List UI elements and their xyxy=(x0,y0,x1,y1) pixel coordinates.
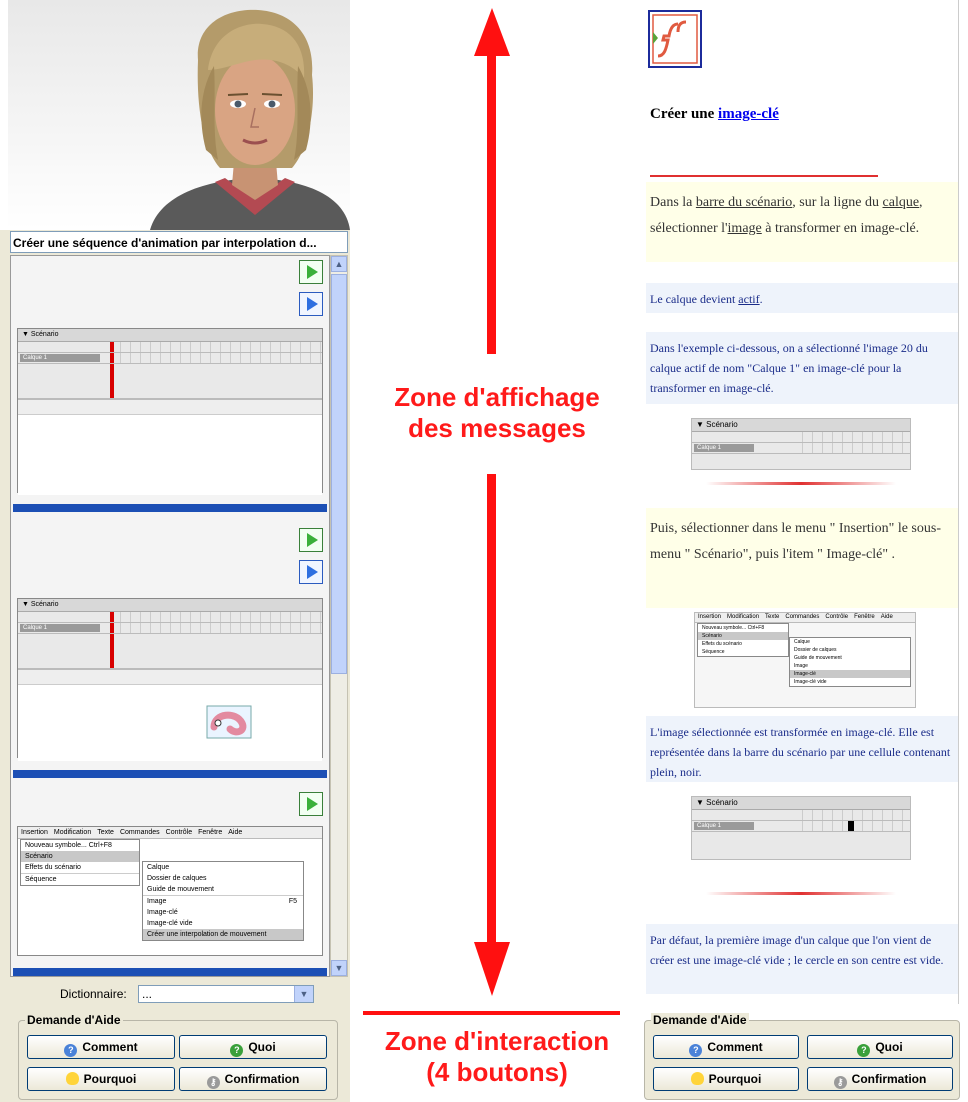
separator-bar xyxy=(13,968,327,976)
confirmation-button[interactable]: ⚷ Confirmation xyxy=(807,1067,953,1091)
menu-screenshot: Insertion Modification Texte Commandes Contr… xyxy=(17,826,323,956)
avatar-area xyxy=(0,0,350,230)
play-icon xyxy=(307,533,318,547)
layer-label: Calque 1 xyxy=(20,354,100,362)
pourquoi-button[interactable]: Pourquoi xyxy=(653,1067,799,1091)
menu-image: Insertion Modification Texte Commandes Contr… xyxy=(694,612,916,708)
decorative-divider xyxy=(706,892,896,895)
message-display: Créer une image-clé Dans la barre du scé… xyxy=(646,0,958,1004)
instruction-paragraph: Dans la barre du scénario, sur la ligne … xyxy=(646,182,958,262)
interaction-zone-label: Zone d'interaction (4 boutons) xyxy=(384,1026,610,1087)
dictionary-label: Dictionnaire: xyxy=(60,987,127,1001)
question-icon: ? xyxy=(230,1044,244,1057)
play-icon xyxy=(307,265,318,279)
sequence-title: Créer une séquence d'animation par inter… xyxy=(10,231,348,253)
scroll-up-button[interactable]: ▲ xyxy=(331,256,347,272)
play-button[interactable] xyxy=(299,260,323,284)
zone-divider-line xyxy=(363,1011,620,1015)
decorative-divider xyxy=(706,482,896,485)
key-icon: ⚷ xyxy=(206,1076,220,1089)
arrow-up-shaft xyxy=(487,54,496,354)
lightbulb-icon xyxy=(65,1072,79,1085)
dictionary-area: Dictionnaire: ... ▼ xyxy=(10,983,348,1009)
lightbulb-icon xyxy=(690,1072,704,1085)
chevron-down-icon[interactable]: ▼ xyxy=(294,986,313,1002)
timeline-header: ▼ Scénario xyxy=(18,599,322,612)
scroll-down-button[interactable]: ▼ xyxy=(331,960,347,976)
title-divider xyxy=(650,175,878,177)
help-legend: Demande d'Aide xyxy=(25,1013,123,1027)
play-icon xyxy=(307,797,318,811)
question-icon: ? xyxy=(689,1044,703,1057)
play-icon xyxy=(307,565,318,579)
avatar xyxy=(150,9,350,230)
help-request-group: Demande d'Aide ? Comment ? Quoi Pourquoi ⚷… xyxy=(18,1013,338,1100)
scroll-thumb[interactable] xyxy=(331,274,347,674)
message-zone-label: Zone d'affichage des messages xyxy=(394,382,600,443)
left-panel: Créer une séquence d'animation par inter… xyxy=(0,0,350,1102)
separator-bar xyxy=(13,770,327,778)
play-audio-button[interactable] xyxy=(299,292,323,316)
timeline-screenshot: ▼ Scénario Calque 1 xyxy=(17,328,323,495)
layer-label: Calque 1 xyxy=(20,624,100,632)
info-paragraph: Le calque devient actif. xyxy=(646,283,958,313)
help-request-group: Demande d'Aide ? Comment ? Quoi Pourquoi ⚷… xyxy=(644,1013,960,1100)
menubar: Insertion Modification Texte Commandes Contr… xyxy=(18,827,322,839)
help-legend: Demande d'Aide xyxy=(651,1013,749,1027)
scenario-submenu: Calque Dossier de calques Guide de mouve… xyxy=(142,861,304,941)
flash-logo-icon xyxy=(648,10,702,68)
message-block: ▼ Scénario Calque 1 xyxy=(13,514,327,778)
timeline-image: ▼ Scénario Calque 1 xyxy=(691,418,911,470)
image-cle-link[interactable]: image-clé xyxy=(718,106,779,122)
timeline-screenshot: ▼ Scénario Calque 1 xyxy=(17,598,323,761)
arrow-down-shaft xyxy=(487,474,496,944)
right-panel: Créer une image-clé Dans la barre du scé… xyxy=(636,0,968,1102)
play-audio-button[interactable] xyxy=(299,560,323,584)
comment-button[interactable]: ? Comment xyxy=(653,1035,799,1059)
dictionary-select[interactable]: ... ▼ xyxy=(138,985,314,1003)
instruction-paragraph: Puis, sélectionner dans le menu " Insert… xyxy=(646,508,958,608)
timeline-header: ▼ Scénario xyxy=(18,329,322,342)
message-block: ▼ Scénario Calque 1 xyxy=(13,256,327,512)
question-icon: ? xyxy=(857,1044,871,1057)
info-paragraph: Par défaut, la première image d'un calqu… xyxy=(646,924,958,994)
page-title: Créer une image-clé xyxy=(650,106,779,122)
arrow-down-icon xyxy=(474,942,510,996)
play-button[interactable] xyxy=(299,792,323,816)
info-paragraph: Dans l'exemple ci-dessous, on a sélectio… xyxy=(646,332,958,404)
message-scrollbar[interactable] xyxy=(958,0,968,1004)
play-button[interactable] xyxy=(299,528,323,552)
info-paragraph: L'image sélectionnée est transformée en … xyxy=(646,716,958,782)
insertion-menu: Nouveau symbole... Ctrl+F8 Scénario Effe… xyxy=(20,839,140,886)
pourquoi-button[interactable]: Pourquoi xyxy=(27,1067,175,1091)
question-icon: ? xyxy=(64,1044,78,1057)
confirmation-button[interactable]: ⚷ Confirmation xyxy=(179,1067,327,1091)
comment-button[interactable]: ? Comment xyxy=(27,1035,175,1059)
separator-bar xyxy=(13,504,327,512)
key-icon: ⚷ xyxy=(833,1076,847,1089)
message-block: Insertion Modification Texte Commandes Contr… xyxy=(13,782,327,976)
message-list[interactable]: ▼ Scénario Calque 1 ▼ Scénario Calque 1 xyxy=(10,255,330,977)
quoi-button[interactable]: ? Quoi xyxy=(807,1035,953,1059)
arrow-up-icon xyxy=(474,8,510,56)
worm-symbol-icon xyxy=(206,705,252,739)
play-icon xyxy=(307,297,318,311)
timeline-image: ▼ Scénario Calque 1 xyxy=(691,796,911,860)
quoi-button[interactable]: ? Quoi xyxy=(179,1035,327,1059)
message-scrollbar[interactable]: ▲ ▼ xyxy=(330,255,348,977)
